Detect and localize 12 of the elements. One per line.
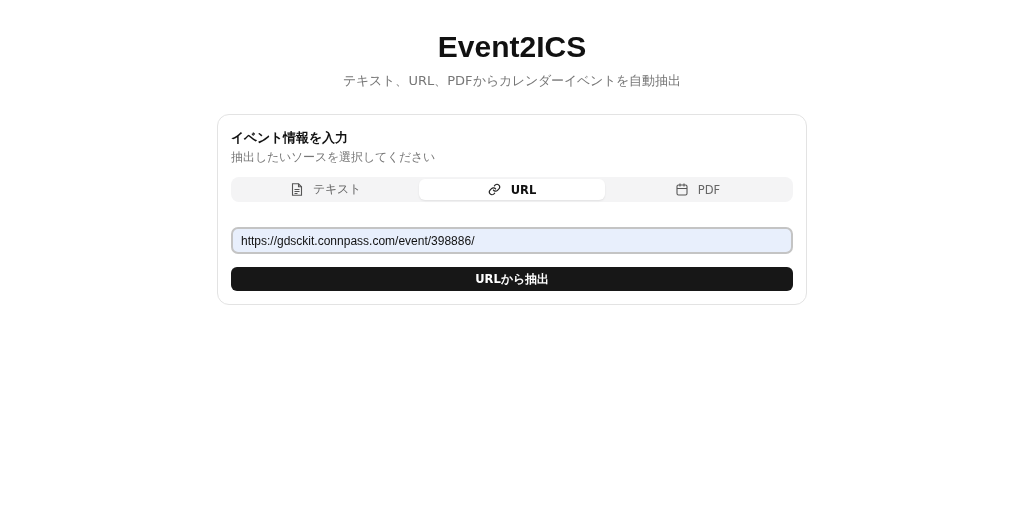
source-tab[interactable]: テキスト	[233, 179, 419, 200]
card-title: イベント情報を入力	[231, 129, 349, 147]
document-icon	[291, 183, 303, 196]
app-subtitle: テキスト、URL、PDFからカレンダーイベントを自動抽出	[343, 72, 681, 90]
calendar-icon	[675, 183, 688, 196]
extract-button[interactable]: URLから抽出	[231, 267, 793, 291]
link-icon	[487, 183, 501, 196]
card-description: 抽出したいソースを選択してください	[231, 149, 436, 165]
source-tab[interactable]: PDF	[605, 179, 791, 200]
url-field[interactable]: https://gdsckit.connpass.com/event/398886/	[231, 227, 793, 254]
app-title: Event2ICS	[437, 29, 587, 65]
source-tab[interactable]: URL	[419, 179, 605, 200]
